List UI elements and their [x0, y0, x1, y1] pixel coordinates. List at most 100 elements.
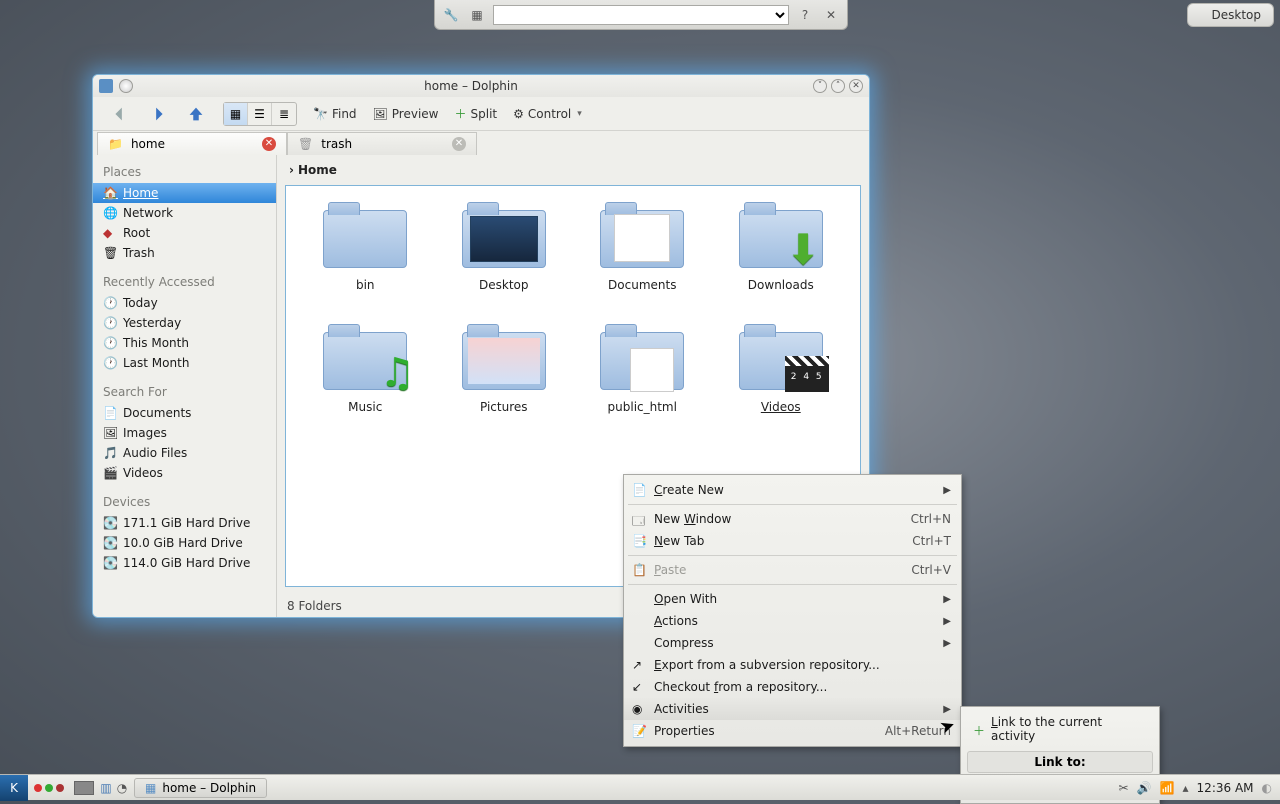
sidebar-item-root[interactable]: ◆Root [93, 223, 276, 243]
menu-checkout[interactable]: ↙Checkout from a repository... [624, 676, 961, 698]
help-icon[interactable]: ? [795, 5, 815, 25]
breadcrumb[interactable]: ›Home [277, 155, 869, 185]
menu-activities[interactable]: ◉Activities▶ [624, 698, 961, 720]
menu-open-with[interactable]: Open With▶ [624, 588, 961, 610]
up-button[interactable] [179, 100, 213, 128]
tab-home[interactable]: 📁 home ✕ [97, 132, 287, 155]
separator [628, 555, 957, 556]
audio-icon: 🎵 [103, 446, 117, 460]
svn-export-icon: ↗ [632, 658, 646, 672]
activities-icon: ◉ [632, 702, 646, 716]
clock-icon: 🕐 [103, 296, 117, 310]
sidebar-item-videos[interactable]: 🎬Videos [93, 463, 276, 483]
globe-icon: 🌐 [103, 206, 117, 220]
show-desktop-icon[interactable]: ▥ [98, 781, 114, 795]
binoculars-icon: 🔭 [313, 107, 328, 121]
tab-trash[interactable]: 🗑 trash ✕ [287, 132, 477, 155]
forward-button[interactable] [141, 100, 175, 128]
control-button[interactable]: ⚙Control▾ [507, 104, 588, 124]
view-mode-group: ▦ ☰ ≣ [223, 102, 297, 126]
back-button[interactable] [103, 100, 137, 128]
menu-compress[interactable]: Compress▶ [624, 632, 961, 654]
download-arrow-icon: ⬇ [786, 225, 821, 274]
network-icon[interactable]: 📶 [1160, 781, 1175, 795]
klipper-icon[interactable]: ✂ [1119, 781, 1129, 795]
folder-desktop[interactable]: Desktop [439, 200, 569, 322]
activity-dots[interactable] [34, 784, 64, 792]
preview-icon: 🖼 [373, 107, 388, 121]
activities-icon[interactable]: ◔ [114, 781, 130, 795]
maximize-button[interactable]: ˄ [831, 79, 845, 93]
sidebar-item-home[interactable]: 🏠Home [93, 183, 276, 203]
menu-create-new[interactable]: 📄Create New▶ [624, 479, 961, 501]
submenu-link-current[interactable]: ＋Link to the current activity [965, 711, 1155, 747]
sidebar-item-drive-2[interactable]: 💽10.0 GiB Hard Drive [93, 533, 276, 553]
find-button[interactable]: 🔭Find [307, 104, 363, 124]
folder-pictures[interactable]: Pictures [439, 322, 569, 444]
clock-icon: 🕐 [103, 356, 117, 370]
sidebar-item-documents[interactable]: 📄Documents [93, 403, 276, 423]
folder-icon: 📁 [108, 137, 123, 151]
sidebar-item-images[interactable]: 🖼Images [93, 423, 276, 443]
sidebar-item-drive-3[interactable]: 💽114.0 GiB Hard Drive [93, 553, 276, 573]
wrench-icon[interactable]: 🔧 [441, 5, 461, 25]
cashew-icon[interactable]: ◐ [1262, 781, 1272, 795]
run-icon[interactable]: ▦ [467, 5, 487, 25]
desktop-activity-pill[interactable]: Desktop [1187, 3, 1275, 27]
view-details-button[interactable]: ≣ [272, 103, 296, 125]
folder-videos[interactable]: Videos [716, 322, 846, 444]
folder-bin[interactable]: bin [300, 200, 430, 322]
svn-checkout-icon: ↙ [632, 680, 646, 694]
recent-header: Recently Accessed [93, 271, 276, 293]
taskbar: K ▥ ◔ ▦home – Dolphin ✂ 🔊 📶 ▴ 12:36 AM ◐ [0, 774, 1280, 800]
sidebar-item-last-month[interactable]: 🕐Last Month [93, 353, 276, 373]
tab-close-icon[interactable]: ✕ [452, 137, 466, 151]
sidebar-item-today[interactable]: 🕐Today [93, 293, 276, 313]
menu-new-tab[interactable]: 📑New TabCtrl+T [624, 530, 961, 552]
system-tray: ✂ 🔊 📶 ▴ 12:36 AM ◐ [1111, 781, 1280, 795]
sidebar-item-this-month[interactable]: 🕐This Month [93, 333, 276, 353]
clock[interactable]: 12:36 AM [1197, 781, 1254, 795]
menu-actions[interactable]: Actions▶ [624, 610, 961, 632]
tab-close-icon[interactable]: ✕ [262, 137, 276, 151]
gear-icon: ⚙ [513, 107, 524, 121]
window-title: home – Dolphin [133, 79, 809, 93]
menu-paste: 📋PasteCtrl+V [624, 559, 961, 581]
sidebar-item-trash[interactable]: 🗑Trash [93, 243, 276, 263]
sidebar-item-network[interactable]: 🌐Network [93, 203, 276, 223]
menu-properties[interactable]: 📝PropertiesAlt+Return [624, 720, 961, 742]
home-icon: 🏠 [103, 186, 117, 200]
menu-export-svn[interactable]: ↗Export from a subversion repository... [624, 654, 961, 676]
tray-expand-icon[interactable]: ▴ [1183, 781, 1189, 795]
split-button[interactable]: ＋Split [449, 102, 504, 125]
task-button-dolphin[interactable]: ▦home – Dolphin [134, 778, 267, 798]
view-icons-button[interactable]: ▦ [224, 103, 248, 125]
panel-command-bar: 🔧 ▦ ? ✕ [434, 0, 848, 30]
plus-icon: ＋ [973, 722, 987, 736]
menu-new-window[interactable]: 🗔New WindowCtrl+N [624, 508, 961, 530]
view-compact-button[interactable]: ☰ [248, 103, 272, 125]
folder-documents[interactable]: Documents [577, 200, 707, 322]
folder-downloads[interactable]: ⬇Downloads [716, 200, 846, 322]
dropdown-arrow-icon: ▾ [577, 109, 582, 119]
document-badge-icon [614, 214, 670, 262]
window-close-button[interactable]: ✕ [849, 79, 863, 93]
clapper-icon [785, 356, 829, 392]
folder-music[interactable]: ♫Music [300, 322, 430, 444]
folder-public-html[interactable]: public_html [577, 322, 707, 444]
sidebar-item-audio[interactable]: 🎵Audio Files [93, 443, 276, 463]
keep-above-icon[interactable] [119, 79, 133, 93]
volume-icon[interactable]: 🔊 [1137, 781, 1152, 795]
pager[interactable] [74, 781, 94, 795]
titlebar[interactable]: home – Dolphin ˅ ˄ ✕ [93, 75, 869, 97]
minimize-button[interactable]: ˅ [813, 79, 827, 93]
submenu-link-to-header: Link to: [967, 751, 1153, 773]
sidebar-item-drive-1[interactable]: 💽171.1 GiB Hard Drive [93, 513, 276, 533]
command-input[interactable] [493, 5, 789, 25]
kickoff-menu-button[interactable]: K [0, 775, 28, 801]
properties-icon: 📝 [632, 724, 646, 738]
preview-button[interactable]: 🖼Preview [367, 104, 445, 124]
sidebar-item-yesterday[interactable]: 🕐Yesterday [93, 313, 276, 333]
video-icon: 🎬 [103, 466, 117, 480]
close-icon[interactable]: ✕ [821, 5, 841, 25]
